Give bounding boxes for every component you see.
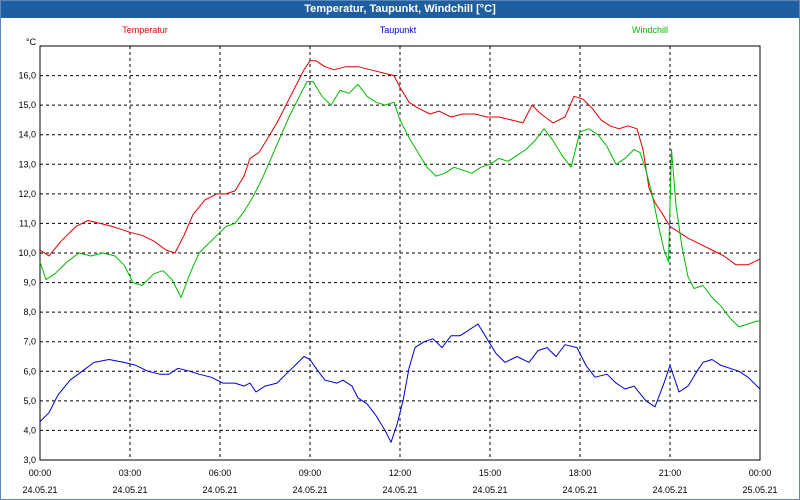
y-tick-label: 16,0 bbox=[18, 71, 36, 81]
x-tick-date: 24.05.21 bbox=[562, 485, 597, 495]
x-tick-time: 06:00 bbox=[209, 468, 232, 478]
y-tick-label: 6,0 bbox=[23, 366, 36, 376]
x-tick-date: 24.05.21 bbox=[202, 485, 237, 495]
x-tick-date: 24.05.21 bbox=[652, 485, 687, 495]
x-tick-time: 15:00 bbox=[479, 468, 502, 478]
x-tick-date: 24.05.21 bbox=[112, 485, 147, 495]
x-tick-date: 24.05.21 bbox=[472, 485, 507, 495]
y-tick-label: 5,0 bbox=[23, 396, 36, 406]
x-tick-time: 12:00 bbox=[389, 468, 412, 478]
y-tick-label: 11,0 bbox=[19, 218, 36, 228]
legend-temperatur: Temperatur bbox=[122, 25, 168, 35]
x-tick-date: 24.05.21 bbox=[22, 485, 57, 495]
y-tick-label: 10,0 bbox=[18, 248, 36, 258]
y-tick-label: 8,0 bbox=[23, 307, 36, 317]
y-tick-label: 7,0 bbox=[23, 337, 36, 347]
x-tick-date: 24.05.21 bbox=[382, 485, 417, 495]
legend-layer: Temperatur Taupunkt Windchill bbox=[122, 25, 668, 35]
x-tick-time: 00:00 bbox=[29, 468, 52, 478]
y-tick-label: 14,0 bbox=[18, 130, 36, 140]
legend-windchill: Windchill bbox=[632, 25, 668, 35]
y-tick-label: 13,0 bbox=[18, 159, 36, 169]
y-tick-label: 15,0 bbox=[18, 100, 36, 110]
y-axis-label: °C bbox=[26, 37, 37, 47]
x-tick-time: 21:00 bbox=[659, 468, 682, 478]
x-tick-date: 25.05.21 bbox=[742, 485, 777, 495]
x-tick-date: 24.05.21 bbox=[292, 485, 327, 495]
chart-canvas: 3,0 4,0 5,0 6,0 7,0 8,0 9,0 10,0 11,0 12,0 13,0 14,… bbox=[18, 25, 777, 495]
y-tick-label: 3,0 bbox=[23, 455, 36, 465]
x-tick-time: 00:00 bbox=[749, 468, 772, 478]
x-tick-time: 18:00 bbox=[569, 468, 592, 478]
legend-taupunkt: Taupunkt bbox=[380, 25, 417, 35]
y-tick-label: 4,0 bbox=[23, 425, 36, 435]
x-tick-time: 03:00 bbox=[119, 468, 142, 478]
grid-layer bbox=[40, 46, 760, 460]
y-tick-label: 12,0 bbox=[18, 189, 36, 199]
x-tick-time: 09:00 bbox=[299, 468, 322, 478]
y-tick-label: 9,0 bbox=[23, 278, 36, 288]
